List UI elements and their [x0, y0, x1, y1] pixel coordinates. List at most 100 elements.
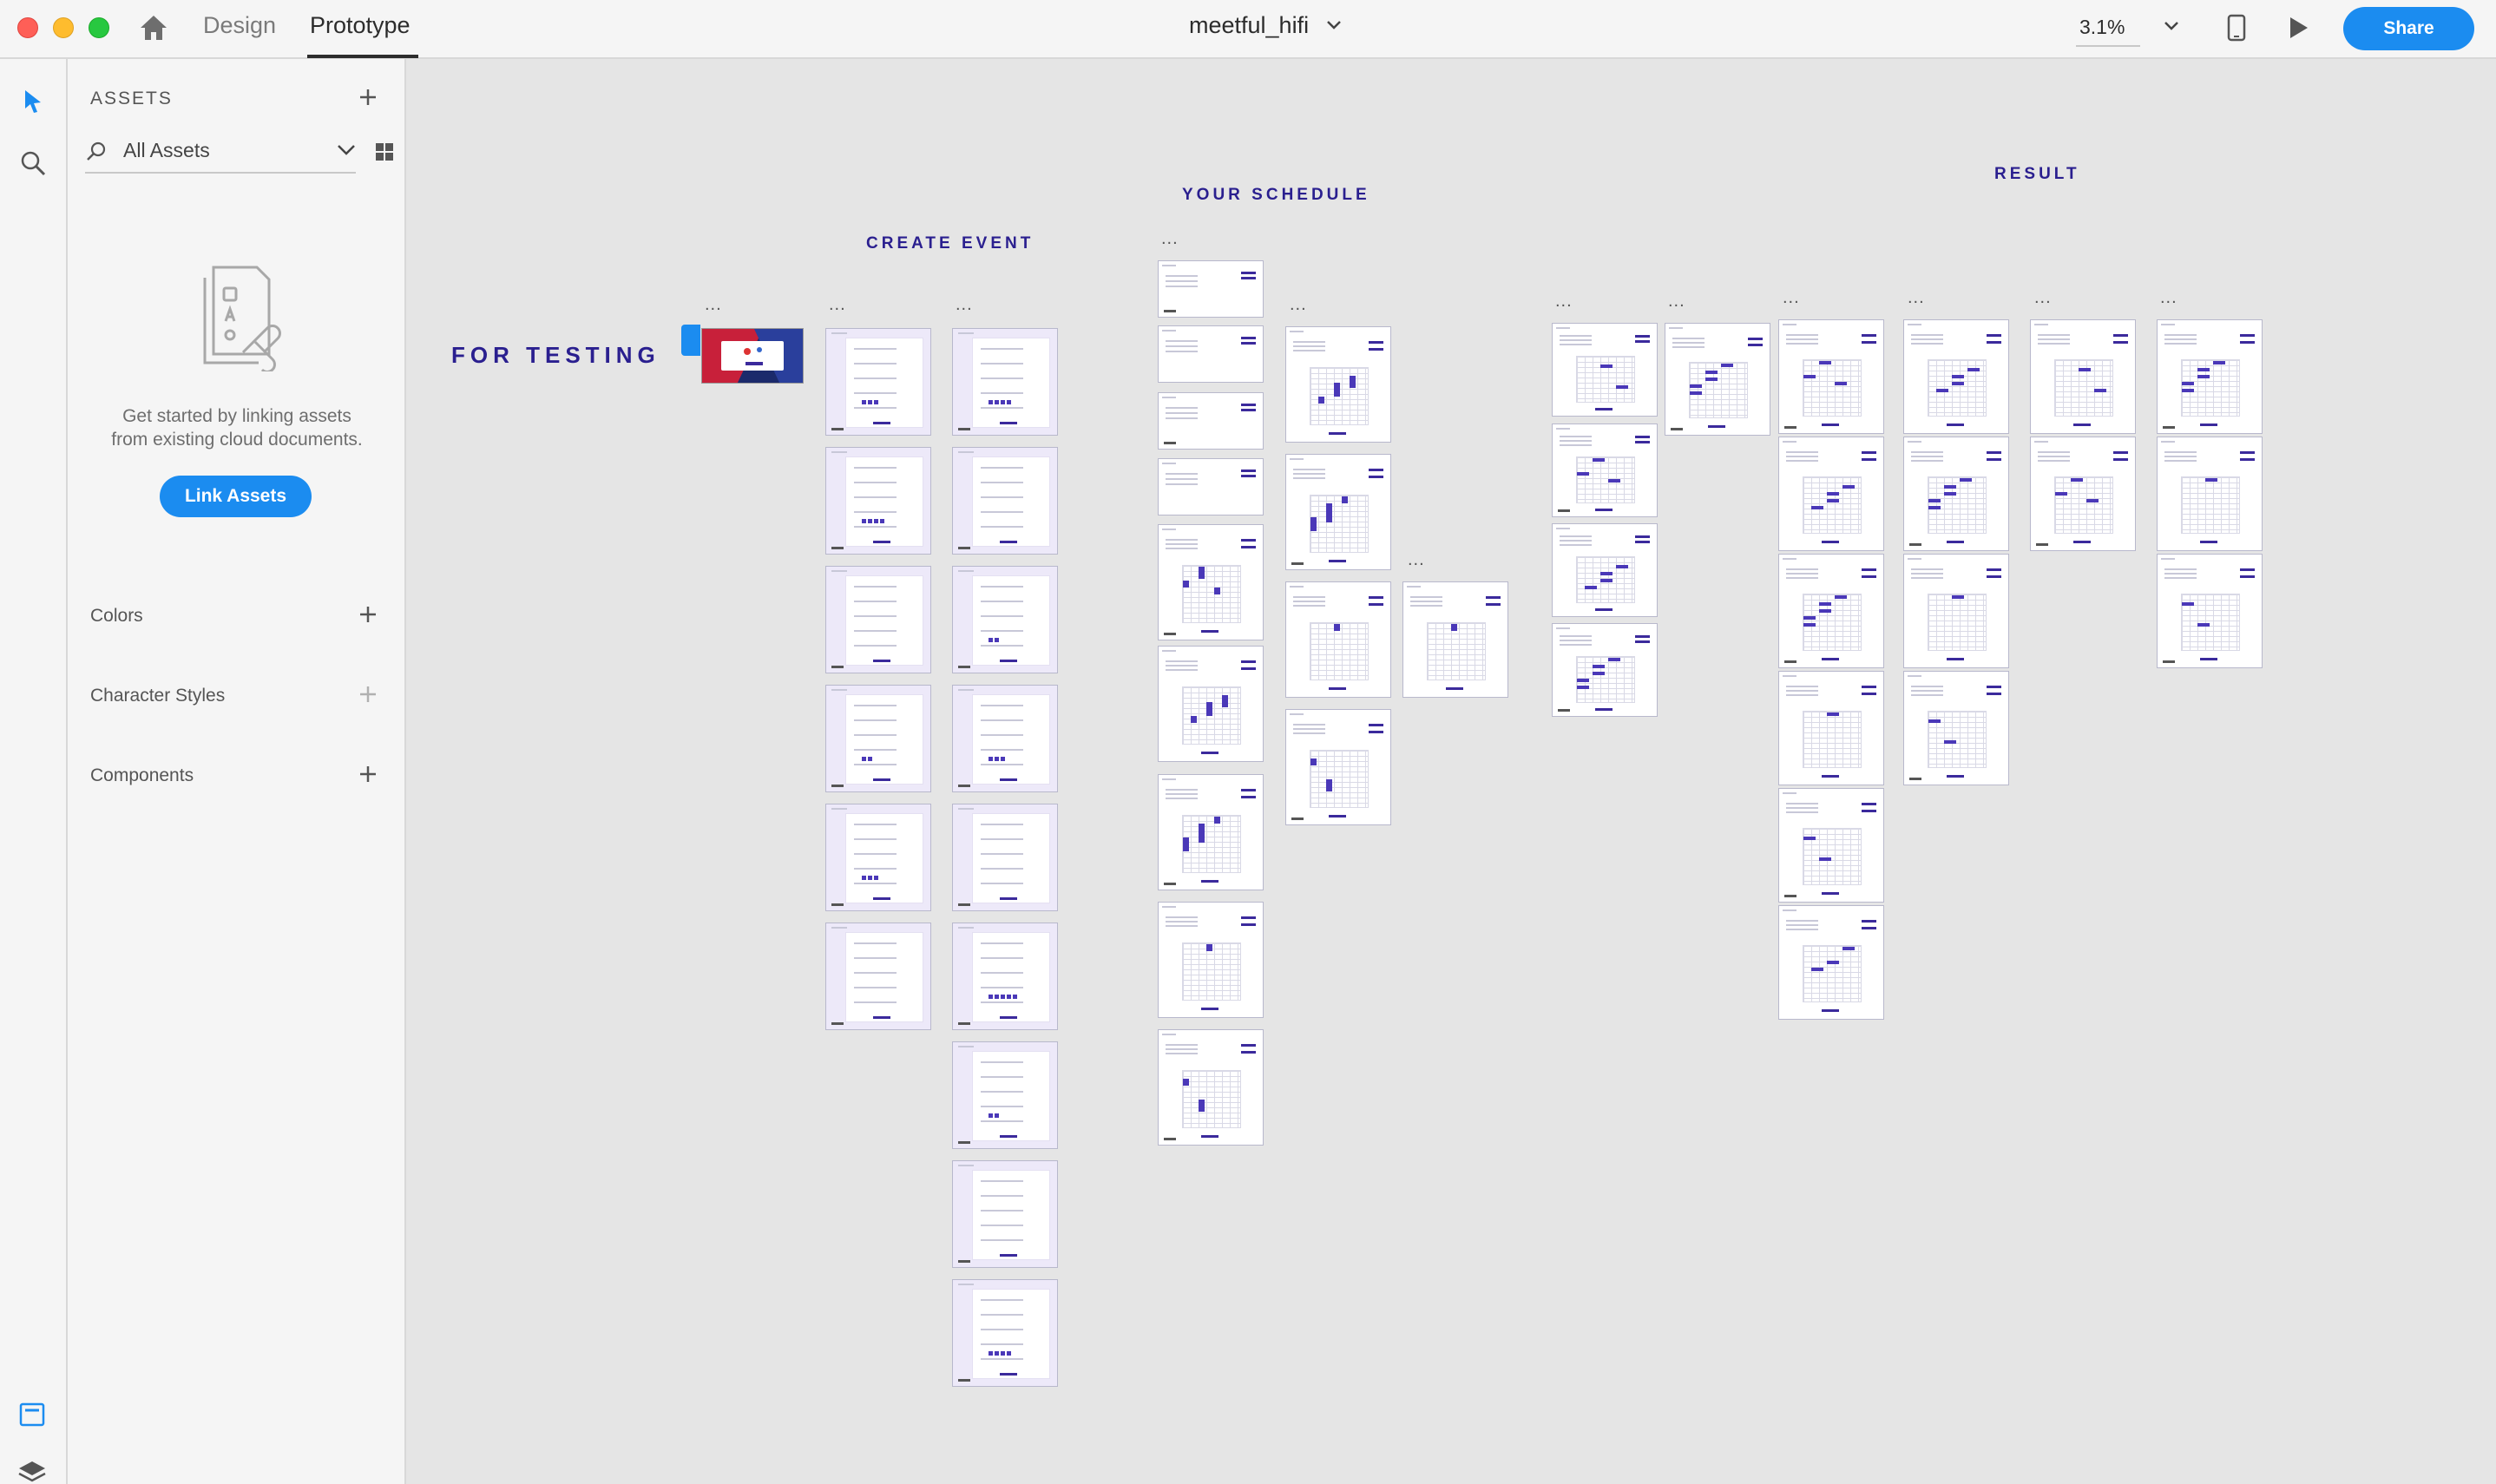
chevron-down-icon[interactable] [2164, 21, 2179, 31]
search-icon[interactable] [19, 149, 47, 177]
artboard-group-menu[interactable]: ... [1161, 230, 1179, 247]
artboard-thumbnail[interactable] [1158, 458, 1264, 515]
plus-icon[interactable] [358, 684, 378, 705]
create-event-label[interactable]: CREATE EVENT [866, 234, 1034, 253]
artboard-thumbnail[interactable] [1158, 1029, 1264, 1146]
artboard-thumbnail[interactable] [1903, 671, 2009, 785]
artboard-thumbnail[interactable] [825, 447, 931, 555]
artboard-thumbnail[interactable] [1158, 325, 1264, 383]
artboard-thumbnail[interactable] [1778, 905, 1884, 1020]
artboard-thumbnail[interactable] [1665, 323, 1770, 436]
artboard-thumbnail[interactable] [1158, 392, 1264, 450]
artboard-thumbnail[interactable] [1552, 323, 1658, 417]
artboard-thumbnail[interactable] [952, 804, 1058, 911]
artboard-thumbnail[interactable] [952, 1279, 1058, 1387]
artboard-thumbnail[interactable] [1552, 623, 1658, 717]
play-icon[interactable] [2286, 16, 2310, 40]
artboard-thumbnail[interactable] [1903, 554, 2009, 668]
artboard-thumbnail[interactable] [1903, 319, 2009, 434]
chevron-down-icon[interactable] [337, 144, 356, 156]
tab-design[interactable]: Design [203, 12, 276, 39]
artboard-thumbnail[interactable] [1552, 523, 1658, 617]
artboard-thumbnail[interactable] [1158, 260, 1264, 318]
artboard-thumbnail[interactable] [952, 328, 1058, 436]
artboard-thumbnail[interactable] [1158, 646, 1264, 762]
zoom-level[interactable]: 3.1% [2079, 16, 2125, 39]
artboard-group-menu[interactable]: ... [1290, 296, 1307, 313]
empty-assets-message: Get started by linking assets from exist… [85, 404, 389, 451]
select-arrow-icon[interactable] [23, 89, 43, 115]
for-testing-label[interactable]: FOR TESTING [451, 342, 660, 369]
close-window-button[interactable] [17, 17, 38, 38]
asset-filter[interactable]: All Assets [85, 134, 408, 175]
device-preview-icon[interactable] [2227, 14, 2246, 42]
artboard-group-menu[interactable]: ... [2160, 289, 2177, 306]
artboard-group-menu[interactable]: ... [2034, 289, 2052, 306]
tab-prototype[interactable]: Prototype [310, 12, 411, 39]
artboard-thumbnail[interactable] [1285, 454, 1391, 570]
character-styles-section[interactable]: Character Styles [90, 680, 385, 715]
artboard-detail [1987, 458, 2001, 461]
artboard-thumbnail[interactable] [1552, 424, 1658, 517]
artboard-thumbnail[interactable] [2157, 554, 2263, 668]
result-label[interactable]: RESULT [1994, 165, 2080, 184]
zoom-window-button[interactable] [89, 17, 109, 38]
artboard-group-menu[interactable]: ... [1408, 551, 1425, 568]
artboard-thumbnail[interactable] [952, 923, 1058, 1030]
artboard-for-testing[interactable] [701, 328, 804, 384]
artboard-thumbnail[interactable] [825, 685, 931, 792]
plus-icon[interactable] [358, 604, 378, 625]
artboard-thumbnail[interactable] [1402, 581, 1508, 698]
artboard-thumbnail[interactable] [1285, 709, 1391, 825]
layers-icon[interactable] [17, 1460, 47, 1484]
artboard-group-menu[interactable]: ... [956, 296, 973, 313]
artboard-group-menu[interactable]: ... [1555, 292, 1573, 310]
plus-icon[interactable] [358, 87, 378, 108]
artboard-thumbnail[interactable] [1285, 581, 1391, 698]
asset-filter-label[interactable]: All Assets [123, 139, 210, 162]
artboard-thumbnail[interactable] [952, 1041, 1058, 1149]
design-canvas[interactable] [408, 61, 2496, 1484]
artboard-thumbnail[interactable] [1158, 774, 1264, 890]
artboard-thumbnail[interactable] [1158, 524, 1264, 640]
artboard-group-menu[interactable]: ... [829, 296, 846, 313]
artboard-thumbnail[interactable] [952, 685, 1058, 792]
artboard-thumbnail[interactable] [2157, 437, 2263, 551]
artboard-thumbnail[interactable] [825, 804, 931, 911]
artboard-thumbnail[interactable] [952, 566, 1058, 673]
artboard-thumbnail[interactable] [2157, 319, 2263, 434]
link-assets-button[interactable]: Link Assets [160, 476, 312, 517]
minimize-window-button[interactable] [53, 17, 74, 38]
share-button[interactable]: Share [2343, 7, 2474, 50]
artboard-thumbnail[interactable] [1778, 788, 1884, 903]
components-section[interactable]: Components [90, 760, 385, 795]
artboard-thumbnail[interactable] [1778, 319, 1884, 434]
artboard-thumbnail[interactable] [1158, 902, 1264, 1018]
plus-icon[interactable] [358, 764, 378, 785]
artboard-thumbnail[interactable] [825, 923, 931, 1030]
for-testing-flow-marker[interactable] [681, 325, 700, 356]
chevron-down-icon[interactable] [1326, 19, 1342, 31]
your-schedule-label[interactable]: YOUR SCHEDULE [1182, 186, 1370, 205]
artboard-thumbnail[interactable] [952, 447, 1058, 555]
artboard-thumbnail[interactable] [825, 566, 931, 673]
artboard-thumbnail[interactable] [825, 328, 931, 436]
artboard-thumbnail[interactable] [952, 1160, 1058, 1268]
artboard-group-menu[interactable]: ... [1668, 292, 1685, 310]
artboard-thumbnail[interactable] [1778, 671, 1884, 785]
artboard-thumbnail[interactable] [1285, 326, 1391, 443]
assets-panel-icon[interactable] [19, 1402, 45, 1427]
artboard-thumbnail[interactable] [2030, 319, 2136, 434]
document-title[interactable]: meetful_hifi [1189, 12, 1309, 39]
colors-section[interactable]: Colors [90, 601, 385, 635]
artboard-thumbnail[interactable] [1778, 437, 1884, 551]
artboard-thumbnail[interactable] [1903, 437, 2009, 551]
artboard-detail [1593, 665, 1605, 668]
artboard-group-menu[interactable]: ... [1783, 289, 1800, 306]
artboard-group-menu[interactable]: ... [1908, 289, 1925, 306]
home-icon[interactable] [139, 14, 168, 42]
grid-view-icon[interactable] [375, 142, 394, 161]
artboard-thumbnail[interactable] [1778, 554, 1884, 668]
artboard-thumbnail[interactable] [2030, 437, 2136, 551]
artboard-group-menu[interactable]: ... [705, 296, 722, 313]
